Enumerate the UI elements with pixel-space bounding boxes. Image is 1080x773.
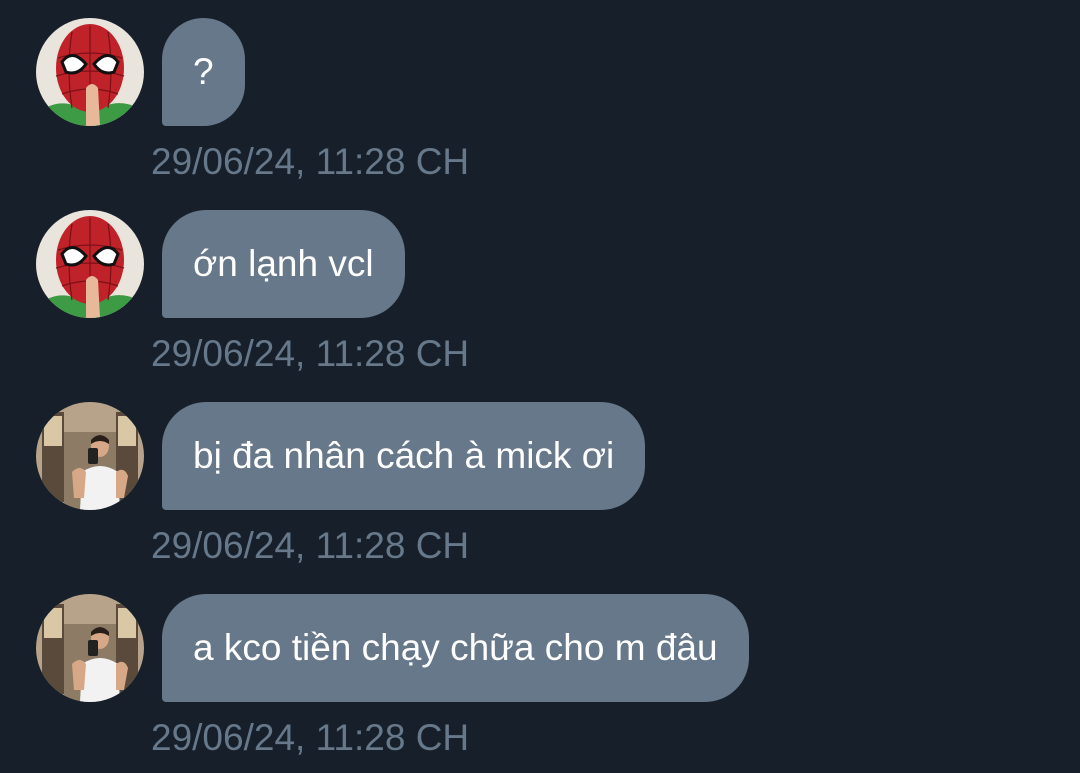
chat-thread: ? 29/06/24, 11:28 CH ớn lạnh vcl 29/06/2…	[0, 0, 1080, 773]
message-bubble[interactable]: a kco tiền chạy chữa cho m đâu	[162, 594, 749, 702]
spiderman-mask-icon	[36, 210, 144, 318]
message-bubble[interactable]: ?	[162, 18, 245, 126]
spiderman-mask-avatar[interactable]	[36, 210, 144, 318]
spiderman-mask-icon	[36, 18, 144, 126]
message-timestamp: 29/06/24, 11:28 CH	[151, 333, 470, 374]
mirror-selfie-icon	[36, 402, 144, 510]
message-timestamp: 29/06/24, 11:28 CH	[151, 717, 470, 758]
message-bubble[interactable]: ớn lạnh vcl	[162, 210, 405, 318]
mirror-selfie-icon	[36, 594, 144, 702]
message-timestamp: 29/06/24, 11:28 CH	[151, 525, 470, 566]
message-timestamp: 29/06/24, 11:28 CH	[151, 141, 470, 182]
spiderman-mask-avatar[interactable]	[36, 18, 144, 126]
mirror-selfie-avatar[interactable]	[36, 402, 144, 510]
mirror-selfie-avatar[interactable]	[36, 594, 144, 702]
message-bubble[interactable]: bị đa nhân cách à mick ơi	[162, 402, 646, 510]
